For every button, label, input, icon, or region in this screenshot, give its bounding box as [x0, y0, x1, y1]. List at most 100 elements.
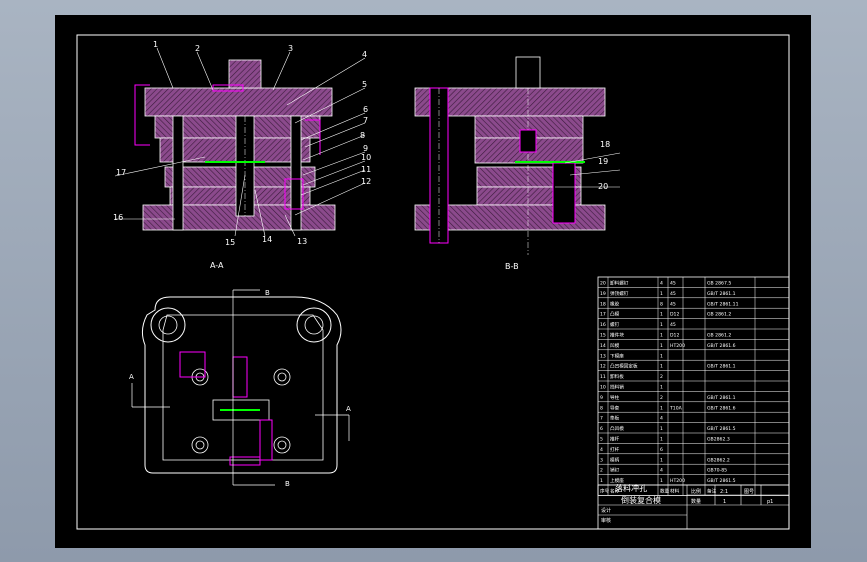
designer-label: 设计 [601, 507, 611, 514]
part-label-4: 4 [362, 50, 367, 59]
bom-cell-note: GB 2861.2 [707, 333, 731, 339]
part-label-2: 2 [195, 44, 200, 53]
bom-cell-note: GB/T 2861.6 [707, 405, 736, 411]
bom-cell-name: 销钉 [610, 467, 620, 474]
part-label-6: 6 [363, 105, 368, 114]
part-label-13: 13 [297, 237, 307, 246]
part-label-7: 7 [363, 116, 368, 125]
part-label-12: 12 [361, 177, 371, 186]
part-label-17: 17 [116, 168, 126, 177]
bom-cell-name: 模柄 [610, 456, 620, 463]
part-label-1: 1 [153, 40, 158, 49]
part-label-19: 19 [598, 157, 608, 166]
bom-cell-qty: 2 [660, 395, 663, 401]
sheet-label: 图号 [744, 489, 754, 495]
bom-cell-no: 2 [600, 468, 603, 474]
part-label-9: 9 [363, 144, 368, 153]
bom-cell-note: GB2862.3 [707, 437, 730, 443]
plan-view: B B A A [129, 289, 351, 488]
bom-cell-mat: 45 [670, 322, 676, 328]
section-aa-label: A-A [210, 261, 224, 270]
bom-cell-name: 卸料螺钉 [610, 280, 629, 287]
bom-cell-qty: 1 [660, 333, 663, 339]
bom-cell-note: GB70-85 [707, 468, 727, 474]
bom-cell-qty: 1 [660, 405, 663, 411]
bom-cell-mat: 材料 [670, 488, 680, 495]
cad-drawing: A-A B-B B B A A 1 2 3 4 5 6 7 8 9 10 11 … [76, 34, 790, 530]
bom-cell-mat: D12 [670, 312, 679, 318]
bom-cell-no: 20 [600, 281, 606, 287]
bom-cell-note: GB 2861.2 [707, 312, 731, 318]
bom-cell-no: 5 [600, 437, 603, 443]
bom-cell-no: 18 [600, 301, 606, 307]
bom-cell-note: GB/T 2861.1 [707, 395, 736, 401]
bom-cell-note: GB/T 2861.11 [707, 301, 739, 307]
bom-cell-name: 凹模 [610, 342, 620, 349]
bom-cell-qty: 1 [660, 426, 663, 432]
bom-cell-mat: D12 [670, 333, 679, 339]
part-label-10: 10 [361, 153, 371, 162]
scale-value: 2:1 [720, 489, 728, 495]
bom-cell-no: 17 [600, 312, 606, 318]
part-label-15: 15 [225, 238, 235, 247]
sheet-value: p1 [767, 499, 773, 505]
bom-cell-no: 1 [600, 478, 603, 484]
bom-cell-qty: 1 [660, 353, 663, 359]
bom-cell-note: GB/T 2861.6 [707, 343, 736, 349]
drawing-viewport[interactable]: A-A B-B B B A A 1 2 3 4 5 6 7 8 9 10 11 … [55, 15, 811, 548]
scale-label: 比例 [691, 488, 701, 495]
part-label-16: 16 [113, 213, 123, 222]
bom-cell-qty: 1 [660, 312, 663, 318]
bom-cell-note: GB/T 2861.1 [707, 364, 736, 370]
bom-cell-qty: 1 [660, 478, 663, 484]
bom-cell-mat: 45 [670, 291, 676, 297]
bom-cell-no: 6 [600, 426, 603, 432]
bom-cell-qty: 1 [660, 322, 663, 328]
part-label-20: 20 [598, 182, 608, 191]
bom-cell-mat: 45 [670, 281, 676, 287]
bom-cell-no: 3 [600, 457, 603, 463]
bom-cell-no: 11 [600, 374, 606, 380]
bom-cell-qty: 4 [660, 416, 663, 422]
bom-cell-name: 凸模 [610, 311, 620, 318]
bom-cell-no: 8 [600, 405, 603, 411]
bom-cell-name: 导柱 [610, 394, 620, 401]
bom-cell-note: GB/T 2861.1 [707, 291, 736, 297]
bom-cell-name: 凸凹模固定板 [610, 363, 638, 370]
bom-cell-qty: 1 [660, 457, 663, 463]
bom-cell-no: 序号 [600, 488, 610, 495]
bom-cell-no: 15 [600, 333, 606, 339]
bom-cell-name: 导套 [610, 404, 620, 411]
bom-cell-no: 16 [600, 322, 606, 328]
bom-cell-no: 9 [600, 395, 603, 401]
bom-cell-mat: 45 [670, 301, 676, 307]
bom-cell-name: 垫板 [610, 415, 620, 422]
bom-cell-name: 橡胶 [610, 300, 620, 307]
bom-cell-no: 12 [600, 364, 606, 370]
bom-cell-qty: 4 [660, 281, 663, 287]
bom-cell-qty: 1 [660, 437, 663, 443]
drawing-title-1: 落料冲孔 [615, 483, 647, 493]
bom-cell-name: 卸料板 [610, 373, 624, 380]
bom-cell-qty: 2 [660, 374, 663, 380]
bom-cell-no: 19 [600, 291, 606, 297]
section-mark-b-bottom: B [285, 480, 290, 488]
title-block: 落料冲孔 倒装复合模 比例 2:1 数量 1 图号 p1 设计 审核 [597, 483, 790, 530]
part-label-3: 3 [288, 44, 293, 53]
section-mark-b-top: B [265, 289, 270, 297]
bom-cell-name: 下模座 [610, 352, 624, 359]
section-bb-label: B-B [505, 262, 519, 271]
bom-cell-qty: 6 [660, 447, 663, 453]
bom-table: 20 卸料螺钉 4 45 GB 2867.519 弹顶螺钉 1 45 GB/T 2861.118… [597, 276, 790, 496]
bom-cell-no: 10 [600, 385, 606, 391]
part-label-11: 11 [361, 165, 371, 174]
bom-cell-name: 打杆 [610, 446, 620, 453]
part-label-14: 14 [262, 235, 272, 244]
bom-cell-mat: T10A [669, 405, 683, 411]
qty-label: 数量 [691, 498, 701, 505]
bom-cell-note: GB 2867.5 [707, 281, 731, 287]
bom-cell-qty: 数量 [660, 488, 670, 495]
bom-cell-qty: 1 [660, 343, 663, 349]
bom-cell-name: 推杆 [610, 436, 620, 443]
bom-cell-name: 弹顶螺钉 [610, 290, 629, 297]
